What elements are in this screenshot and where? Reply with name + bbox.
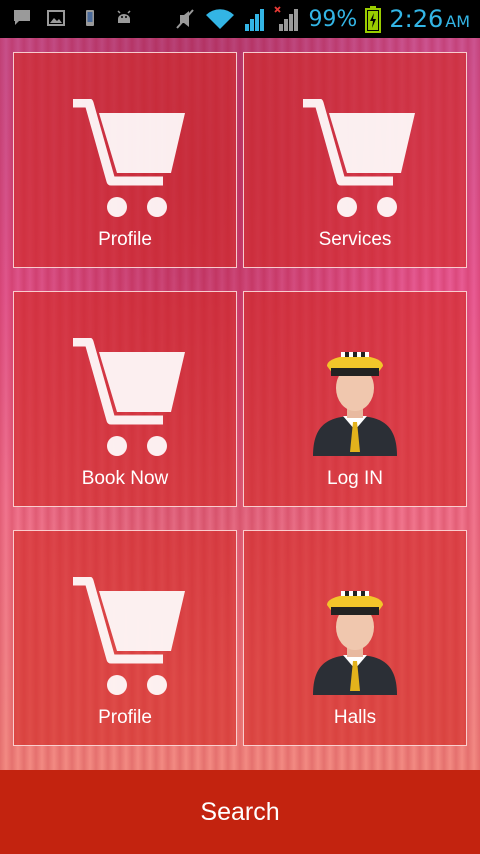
driver-avatar-icon: [313, 352, 397, 456]
tile-label: Profile: [98, 707, 152, 728]
tile-halls[interactable]: Halls: [243, 530, 467, 746]
message-icon: [14, 10, 30, 25]
tile-profile[interactable]: Profile: [13, 52, 237, 268]
battery-percent: 99%: [308, 6, 358, 32]
tile-label: Services: [318, 229, 392, 250]
wifi-icon: [206, 9, 235, 29]
battery-charging-icon: [365, 6, 382, 33]
tile-profile-2[interactable]: Profile: [13, 530, 237, 746]
tile-label: Book Now: [81, 468, 169, 489]
tile-book-now[interactable]: Book Now: [13, 291, 237, 507]
cart-icon: [73, 577, 185, 695]
signal-icon: [245, 9, 265, 31]
android-icon: [117, 10, 131, 23]
tile-services[interactable]: Services: [243, 52, 467, 268]
phone-icon: [86, 10, 94, 26]
mute-icon: [176, 9, 195, 29]
cart-icon: [73, 338, 185, 456]
tile-label: Halls: [333, 707, 377, 728]
cart-icon: [73, 99, 185, 217]
tile-label: Log IN: [327, 468, 383, 489]
image-icon: [47, 10, 65, 26]
cart-icon: [303, 99, 415, 217]
status-bar: 99% 2:26 AM: [0, 0, 480, 38]
search-button[interactable]: Search: [0, 770, 480, 854]
tile-log-in[interactable]: Log IN: [243, 291, 467, 507]
signal-no-data-icon: [274, 6, 299, 31]
clock: 2:26 AM: [389, 5, 470, 33]
driver-avatar-icon: [313, 591, 397, 695]
tile-label: Profile: [98, 229, 152, 250]
